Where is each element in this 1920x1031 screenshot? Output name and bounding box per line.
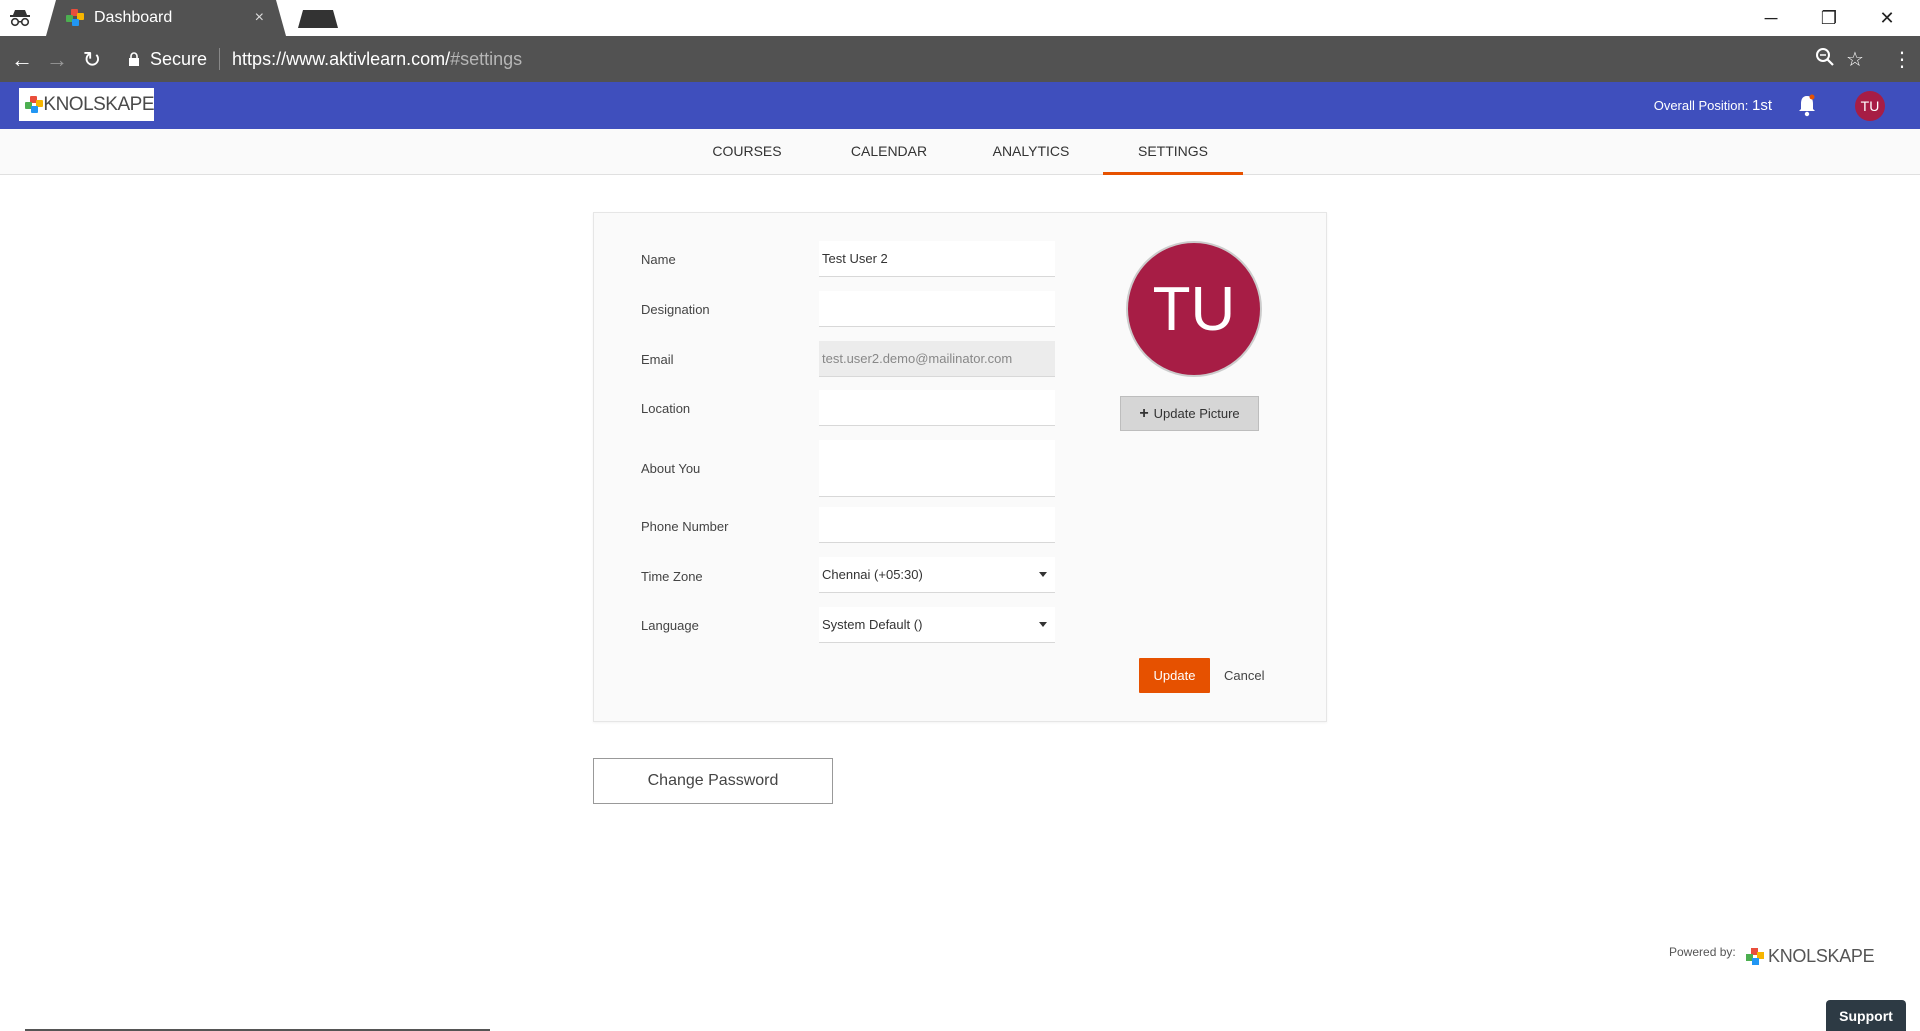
tab-title: Dashboard [94,9,173,26]
tab-calendar[interactable]: CALENDAR [846,129,932,175]
tab-settings[interactable]: SETTINGS [1103,129,1243,175]
tab-analytics[interactable]: ANALYTICS [987,129,1075,175]
update-button[interactable]: Update [1139,658,1210,693]
phone-number-input[interactable] [819,507,1055,543]
knolskape-logo-mark [1746,947,1764,966]
update-picture-label: Update Picture [1153,406,1240,421]
overall-position: Overall Position: 1st [1654,97,1772,114]
taskbar-edge [0,1027,1920,1031]
tab-close-icon[interactable]: × [255,9,264,27]
bookmark-star-icon[interactable]: ☆ [1846,47,1864,72]
powered-by-label: Powered by: [1669,945,1736,959]
email-input: test.user2.demo@mailinator.com [819,341,1055,377]
incognito-icon [10,10,30,27]
url-path: #settings [450,48,523,69]
notification-bell-icon[interactable] [1796,93,1818,117]
reload-icon[interactable]: ↻ [80,47,104,73]
location-input[interactable] [819,390,1055,426]
time-zone-select[interactable]: Chennai (+05:30) [819,557,1055,593]
knolskape-favicon [66,9,84,27]
designation-input[interactable] [819,291,1055,327]
logo-text: KNOLSKAPE [43,93,154,115]
main-nav: COURSES CALENDAR ANALYTICS SETTINGS [0,129,1920,175]
language-value: System Default () [822,617,923,632]
footer-logo-text: KNOLSKAPE [1768,946,1875,966]
change-password-button[interactable]: Change Password [593,758,833,804]
time-zone-value: Chennai (+05:30) [822,567,923,582]
tab-courses[interactable]: COURSES [706,129,788,175]
knolskape-logo-mark [25,95,43,114]
zoom-magnifier-icon[interactable] [1815,47,1835,67]
time-zone-label: Time Zone [641,569,703,584]
about-you-textarea[interactable] [819,440,1055,497]
close-window-button[interactable]: ✕ [1858,0,1916,36]
name-label: Name [641,252,676,267]
name-input[interactable]: Test User 2 [819,241,1055,277]
phone-number-label: Phone Number [641,519,729,534]
dropdown-caret-icon [1039,622,1047,627]
cancel-button[interactable]: Cancel [1224,658,1264,693]
address-bar[interactable]: Secure https://www.aktivlearn.com/#setti… [115,41,1795,77]
email-label: Email [641,352,674,367]
url-separator [219,48,221,70]
browser-tab-dashboard[interactable]: Dashboard × [46,0,286,36]
browser-tabstrip: Dashboard × ─ ❐ ✕ [0,0,1920,36]
overall-position-value: 1st [1751,97,1772,114]
about-you-label: About You [641,461,701,476]
plus-icon: + [1139,404,1149,422]
chrome-menu-icon[interactable]: ⋮ [1892,47,1912,72]
knolskape-logo[interactable]: KNOLSKAPE [19,88,154,121]
profile-settings-card: Name Test User 2 Designation Email test.… [593,212,1327,722]
restore-button[interactable]: ❐ [1800,0,1858,36]
location-label: Location [641,401,691,416]
language-label: Language [641,618,699,633]
designation-label: Designation [641,302,710,317]
minimize-button[interactable]: ─ [1742,0,1800,36]
secure-label: Secure [150,48,208,69]
language-select[interactable]: System Default () [819,607,1055,643]
forward-arrow-icon[interactable]: → [45,47,69,73]
browser-toolbar: ← → ↻ Secure https://www.aktivlearn.com/… [0,36,1920,82]
user-avatar[interactable]: TU [1855,91,1885,121]
lock-icon [129,52,139,66]
overall-position-label: Overall Position: [1653,98,1749,113]
profile-picture: TU [1126,241,1262,377]
back-arrow-icon[interactable]: ← [10,47,34,73]
footer-knolskape-logo: KNOLSKAPE [1746,946,1875,967]
update-picture-button[interactable]: + Update Picture [1120,396,1259,431]
url-host: https://www.aktivlearn.com/ [232,48,451,69]
app-header: KNOLSKAPE Overall Position: 1st TU [0,82,1920,129]
new-tab-button[interactable] [298,10,338,28]
dropdown-caret-icon [1039,572,1047,577]
